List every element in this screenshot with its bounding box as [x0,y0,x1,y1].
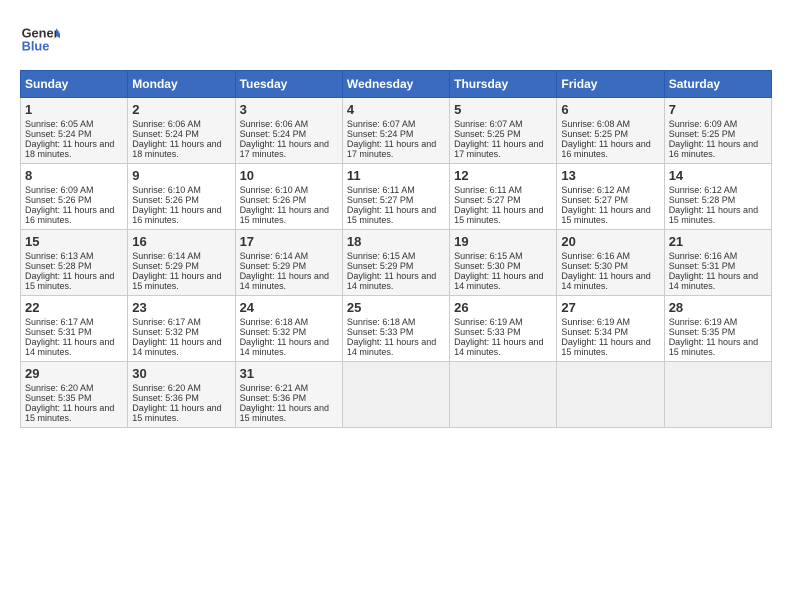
calendar-cell: 28Sunrise: 6:19 AMSunset: 5:35 PMDayligh… [664,296,771,362]
calendar-cell: 5Sunrise: 6:07 AMSunset: 5:25 PMDaylight… [450,98,557,164]
col-header-friday: Friday [557,71,664,98]
calendar-cell: 2Sunrise: 6:06 AMSunset: 5:24 PMDaylight… [128,98,235,164]
calendar-cell: 14Sunrise: 6:12 AMSunset: 5:28 PMDayligh… [664,164,771,230]
calendar-cell: 10Sunrise: 6:10 AMSunset: 5:26 PMDayligh… [235,164,342,230]
calendar-cell: 1Sunrise: 6:05 AMSunset: 5:24 PMDaylight… [21,98,128,164]
calendar-cell: 26Sunrise: 6:19 AMSunset: 5:33 PMDayligh… [450,296,557,362]
col-header-sunday: Sunday [21,71,128,98]
week-row-3: 15Sunrise: 6:13 AMSunset: 5:28 PMDayligh… [21,230,772,296]
calendar-cell: 11Sunrise: 6:11 AMSunset: 5:27 PMDayligh… [342,164,449,230]
calendar-cell [664,362,771,428]
calendar-body: 1Sunrise: 6:05 AMSunset: 5:24 PMDaylight… [21,98,772,428]
col-header-wednesday: Wednesday [342,71,449,98]
calendar-cell: 8Sunrise: 6:09 AMSunset: 5:26 PMDaylight… [21,164,128,230]
calendar-cell: 23Sunrise: 6:17 AMSunset: 5:32 PMDayligh… [128,296,235,362]
calendar-cell: 31Sunrise: 6:21 AMSunset: 5:36 PMDayligh… [235,362,342,428]
calendar-header: SundayMondayTuesdayWednesdayThursdayFrid… [21,71,772,98]
calendar-cell: 18Sunrise: 6:15 AMSunset: 5:29 PMDayligh… [342,230,449,296]
calendar-cell: 9Sunrise: 6:10 AMSunset: 5:26 PMDaylight… [128,164,235,230]
calendar-cell: 16Sunrise: 6:14 AMSunset: 5:29 PMDayligh… [128,230,235,296]
calendar-cell: 19Sunrise: 6:15 AMSunset: 5:30 PMDayligh… [450,230,557,296]
calendar-cell: 20Sunrise: 6:16 AMSunset: 5:30 PMDayligh… [557,230,664,296]
calendar-cell: 3Sunrise: 6:06 AMSunset: 5:24 PMDaylight… [235,98,342,164]
calendar-cell: 27Sunrise: 6:19 AMSunset: 5:34 PMDayligh… [557,296,664,362]
header-row: SundayMondayTuesdayWednesdayThursdayFrid… [21,71,772,98]
col-header-thursday: Thursday [450,71,557,98]
calendar-cell [450,362,557,428]
week-row-5: 29Sunrise: 6:20 AMSunset: 5:35 PMDayligh… [21,362,772,428]
week-row-2: 8Sunrise: 6:09 AMSunset: 5:26 PMDaylight… [21,164,772,230]
page-header: General Blue [20,20,772,60]
week-row-4: 22Sunrise: 6:17 AMSunset: 5:31 PMDayligh… [21,296,772,362]
calendar-cell: 29Sunrise: 6:20 AMSunset: 5:35 PMDayligh… [21,362,128,428]
calendar-cell: 25Sunrise: 6:18 AMSunset: 5:33 PMDayligh… [342,296,449,362]
svg-text:Blue: Blue [22,38,50,53]
col-header-monday: Monday [128,71,235,98]
calendar-table: SundayMondayTuesdayWednesdayThursdayFrid… [20,70,772,428]
logo: General Blue [20,20,65,60]
calendar-cell: 21Sunrise: 6:16 AMSunset: 5:31 PMDayligh… [664,230,771,296]
calendar-cell: 15Sunrise: 6:13 AMSunset: 5:28 PMDayligh… [21,230,128,296]
col-header-saturday: Saturday [664,71,771,98]
logo-icon: General Blue [20,20,60,60]
calendar-cell [557,362,664,428]
calendar-cell: 4Sunrise: 6:07 AMSunset: 5:24 PMDaylight… [342,98,449,164]
calendar-cell: 7Sunrise: 6:09 AMSunset: 5:25 PMDaylight… [664,98,771,164]
calendar-cell: 22Sunrise: 6:17 AMSunset: 5:31 PMDayligh… [21,296,128,362]
calendar-cell: 6Sunrise: 6:08 AMSunset: 5:25 PMDaylight… [557,98,664,164]
calendar-cell: 30Sunrise: 6:20 AMSunset: 5:36 PMDayligh… [128,362,235,428]
col-header-tuesday: Tuesday [235,71,342,98]
calendar-cell: 12Sunrise: 6:11 AMSunset: 5:27 PMDayligh… [450,164,557,230]
calendar-cell: 24Sunrise: 6:18 AMSunset: 5:32 PMDayligh… [235,296,342,362]
week-row-1: 1Sunrise: 6:05 AMSunset: 5:24 PMDaylight… [21,98,772,164]
calendar-cell: 13Sunrise: 6:12 AMSunset: 5:27 PMDayligh… [557,164,664,230]
calendar-cell [342,362,449,428]
calendar-cell: 17Sunrise: 6:14 AMSunset: 5:29 PMDayligh… [235,230,342,296]
